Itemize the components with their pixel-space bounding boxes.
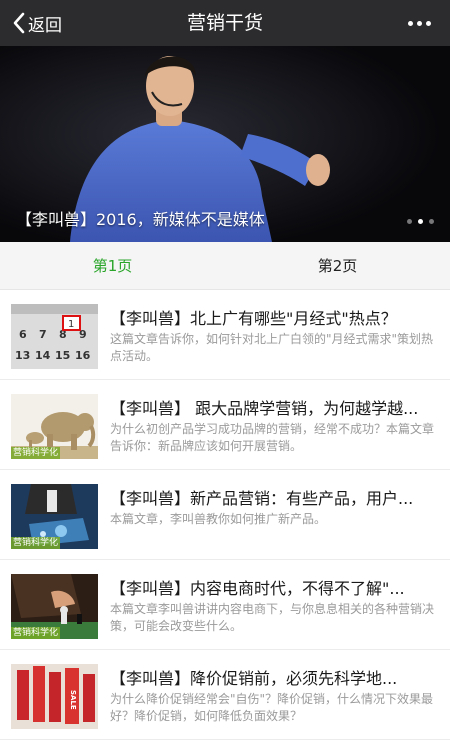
calendar-icon: 6789 13 14 15 16 1 — [11, 304, 98, 369]
tab-page-1[interactable]: 第1页 — [0, 242, 225, 289]
svg-text:16: 16 — [75, 349, 91, 362]
thumbnail-tag: 营销科学化 — [11, 537, 61, 549]
article-description: 这篇文章告诉你，如何针对北上广白领的"月经式需求"策划热点活动。 — [110, 332, 434, 363]
chevron-left-icon — [12, 12, 26, 34]
article-list: 6789 13 14 15 16 1 【李叫兽】北上广有哪些"月经式"热点？ 这篇文章… — [0, 290, 450, 740]
page-title: 营销干货 — [186, 12, 263, 34]
article-description: 为什么初创产品学习成功品牌的营销，经常不成功？本篇文章告诉你：新品牌应该如何开展… — [110, 422, 435, 453]
article-item[interactable]: 营销科学化 【李叫兽】内容电商时代，不得不了解"... 本篇文章李叫兽讲讲内容电… — [0, 560, 450, 650]
more-dots-icon — [425, 20, 431, 26]
article-title: 【李叫兽】 跟大品牌学营销，为何越学越... — [110, 399, 419, 418]
article-title: 【李叫兽】北上广有哪些"月经式"热点？ — [110, 309, 397, 328]
article-title: 【李叫兽】内容电商时代，不得不了解"... — [110, 579, 405, 598]
thumbnail-tag: 营销科学化 — [11, 627, 61, 639]
article-title: 【李叫兽】新产品营销：有些产品，用户... — [110, 489, 414, 508]
article-thumbnail: SALE — [11, 664, 98, 729]
article-item[interactable]: 6789 13 14 15 16 1 【李叫兽】北上广有哪些"月经式"热点？ 这篇文章… — [0, 290, 450, 380]
article-thumbnail: 营销科学化 — [11, 484, 98, 549]
article-item[interactable]: 营销科学化 【李叫兽】新产品营销：有些产品，用户... 本篇文章，李叫兽教你如何… — [0, 470, 450, 560]
thumbnail-tag: 营销科学化 — [11, 447, 61, 459]
article-item[interactable]: SALE 【李叫兽】降价促销前，必须先科学地... 为什么降价促销经常会"自伤"… — [0, 650, 450, 740]
carousel-dot — [407, 219, 412, 224]
article-thumbnail: 营销科学化 — [11, 574, 98, 639]
article-title: 【李叫兽】降价促销前，必须先科学地... — [110, 669, 398, 688]
article-thumbnail: 6789 13 14 15 16 1 — [11, 304, 98, 369]
sale-tags-icon: SALE — [11, 664, 98, 729]
back-label: 返回 — [28, 15, 62, 36]
more-dots-icon — [407, 20, 413, 26]
carousel-indicator — [407, 219, 434, 224]
page-tabs: 第1页 第2页 — [0, 242, 450, 290]
svg-text:SALE: SALE — [69, 690, 77, 710]
more-options-button[interactable] — [402, 0, 436, 46]
article-description: 本篇文章，李叫兽教你如何推广新产品。 — [110, 512, 327, 526]
tab-page-2[interactable]: 第2页 — [225, 242, 450, 289]
carousel-dot-active — [418, 219, 423, 224]
svg-text:6: 6 — [19, 328, 27, 341]
article-description: 本篇文章李叫兽讲讲内容电商下，与你息息相关的各种营销决策，可能会改变些什么。 — [110, 602, 435, 633]
nav-bar: 返回 营销干货 — [0, 0, 450, 46]
svg-text:1: 1 — [68, 319, 74, 330]
article-description: 为什么降价促销经常会"自伤"？降价促销，什么情况下效果最好？降价促销，如何降低负… — [110, 692, 434, 723]
carousel-dot — [429, 219, 434, 224]
svg-text:7: 7 — [39, 328, 47, 341]
svg-text:15: 15 — [55, 349, 70, 362]
article-item[interactable]: 营销科学化 【李叫兽】 跟大品牌学营销，为何越学越... 为什么初创产品学习成功… — [0, 380, 450, 470]
back-button[interactable]: 返回 — [12, 0, 62, 46]
svg-text:13: 13 — [15, 349, 30, 362]
article-thumbnail: 营销科学化 — [11, 394, 98, 459]
more-dots-icon — [416, 20, 422, 26]
banner-caption: 【李叫兽】2016，新媒体不是媒体 — [16, 210, 265, 229]
featured-banner[interactable]: 【李叫兽】2016，新媒体不是媒体 — [0, 46, 450, 242]
svg-text:14: 14 — [35, 349, 51, 362]
